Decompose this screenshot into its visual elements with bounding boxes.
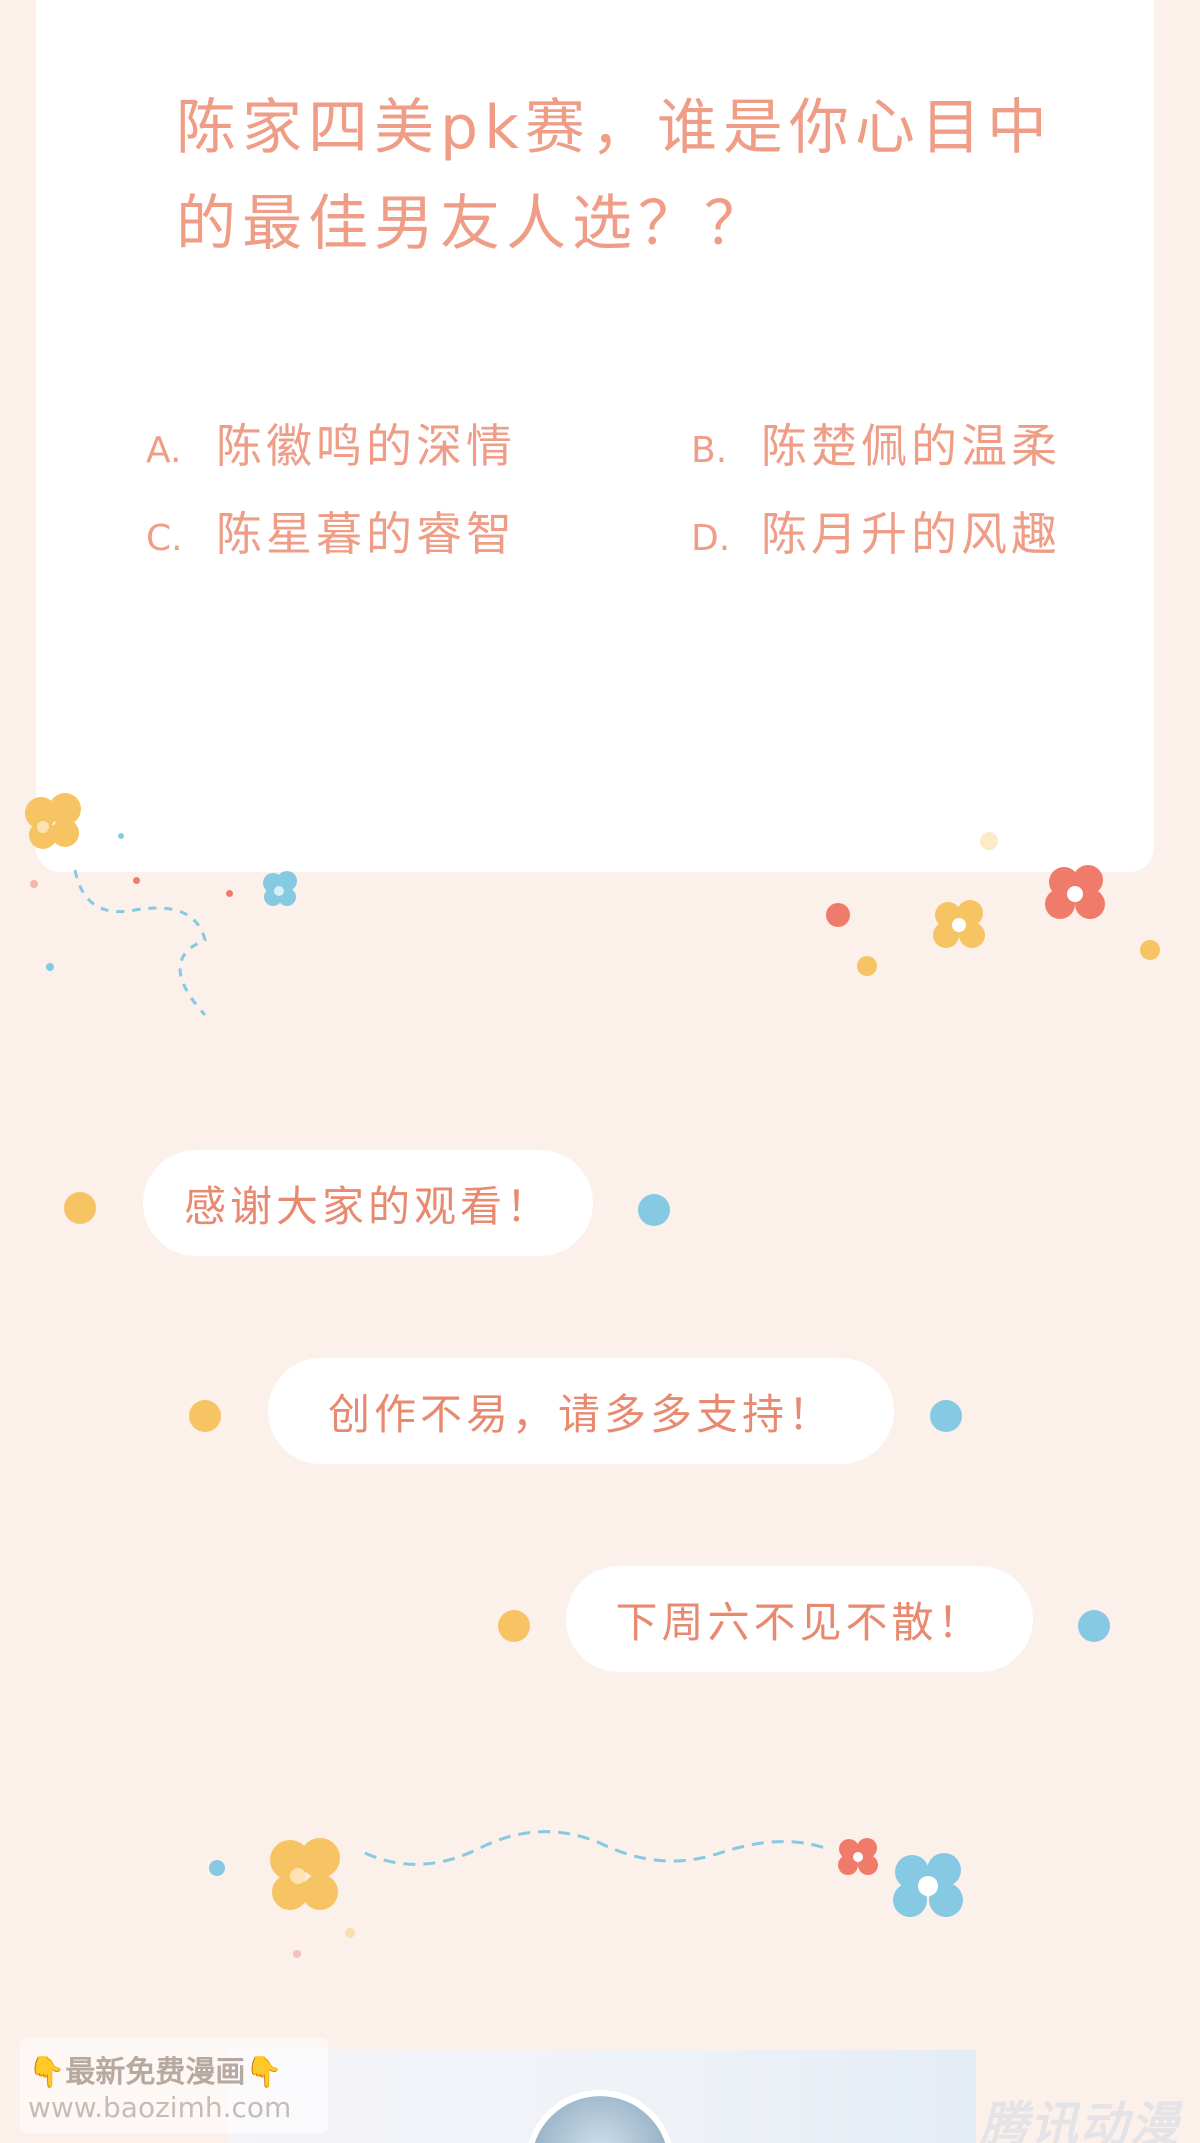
- red-flower-icon: [1045, 865, 1105, 919]
- yellow-butterfly-icon: [270, 1838, 340, 1910]
- decor-dot: [826, 903, 850, 927]
- decor-dot: [46, 963, 54, 971]
- dashed-wave-icon: [364, 1830, 826, 1866]
- question-card: 陈家四美pk赛，谁是你心目中的最佳男友人选？？ A. 陈徽鸣的深情 B. 陈楚佩…: [36, 0, 1154, 872]
- decor-dot: [133, 877, 140, 884]
- option-a[interactable]: A. 陈徽鸣的深情: [146, 410, 691, 476]
- decor-dot: [980, 832, 998, 850]
- option-text: 陈星暮的睿智: [216, 507, 516, 561]
- decor-dot: [118, 833, 124, 839]
- option-d[interactable]: D. 陈月升的风趣: [691, 498, 1146, 564]
- option-letter: B.: [691, 430, 728, 471]
- bubble-dot-left: [64, 1192, 96, 1224]
- message-text: 创作不易，请多多支持！: [327, 1389, 834, 1439]
- option-letter: D.: [691, 518, 731, 559]
- option-b[interactable]: B. 陈楚佩的温柔: [691, 410, 1146, 476]
- support-message: 创作不易，请多多支持！: [268, 1358, 894, 1464]
- option-letter: A.: [146, 430, 182, 471]
- yellow-flower-icon: [933, 900, 985, 948]
- blue-butterfly-icon: [263, 871, 297, 906]
- yellow-butterfly-icon: [25, 793, 81, 849]
- decor-dot: [293, 1950, 301, 1958]
- question-text: 陈家四美pk赛，谁是你心目中的最佳男友人选？？: [176, 93, 1053, 259]
- decor-dot: [209, 1860, 225, 1876]
- dashed-trail-icon: [73, 869, 207, 1017]
- bubble-dot-left: [189, 1400, 221, 1432]
- decor-dot: [345, 1928, 355, 1938]
- next-week-message: 下周六不见不散！: [566, 1566, 1033, 1672]
- option-text: 陈楚佩的温柔: [761, 419, 1061, 473]
- decor-dot: [226, 890, 233, 897]
- bubble-dot-right: [930, 1400, 962, 1432]
- message-text: 下周六不见不散！: [615, 1597, 984, 1647]
- message-text: 感谢大家的观看！: [183, 1181, 552, 1231]
- bubble-dot-right: [638, 1194, 670, 1226]
- option-text: 陈徽鸣的深情: [216, 419, 516, 473]
- blue-flower-icon: [893, 1853, 963, 1917]
- watermark-logo: 腾讯动漫: [979, 2097, 1180, 2143]
- promo-url: www.baozimh.com: [28, 2091, 292, 2124]
- red-flower-icon: [838, 1838, 878, 1875]
- decor-dot: [1140, 940, 1160, 960]
- decor-dot: [30, 880, 38, 888]
- option-text: 陈月升的风趣: [761, 507, 1061, 561]
- option-letter: C.: [146, 518, 183, 559]
- answer-options: A. 陈徽鸣的深情 B. 陈楚佩的温柔 C. 陈星暮的睿智 D. 陈月升的风趣: [146, 410, 1146, 564]
- option-c[interactable]: C. 陈星暮的睿智: [146, 498, 691, 564]
- thanks-message: 感谢大家的观看！: [143, 1150, 593, 1256]
- bubble-dot-right: [1078, 1610, 1110, 1642]
- promo-title: 👇最新免费漫画👇: [28, 2055, 283, 2090]
- decor-dot: [857, 956, 877, 976]
- promo-banner[interactable]: 👇最新免费漫画👇 www.baozimh.com: [20, 2038, 328, 2133]
- bubble-dot-left: [498, 1610, 530, 1642]
